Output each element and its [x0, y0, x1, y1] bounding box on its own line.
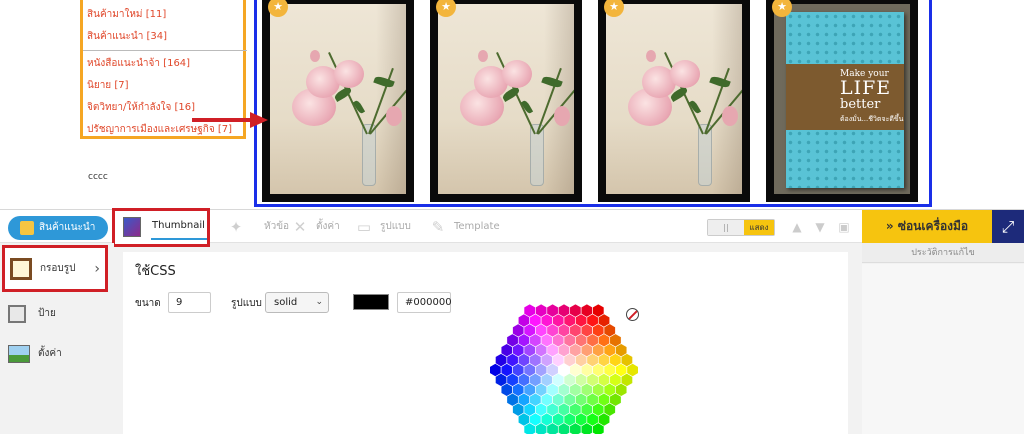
trash-icon[interactable]: ▣: [836, 219, 852, 235]
editor-tabbar: สินค้าแนะนำ Thumbnail ✦ หัวข้อ ✕ ตั้งค่า…: [0, 208, 862, 247]
book-subtitle: ต้องมั่น...ชีวิตจะดีขึ้น: [840, 115, 904, 123]
book-title-line2: LIFE: [840, 77, 892, 99]
tab-heading-label: หัวข้อ: [264, 221, 290, 232]
arrow-down-icon[interactable]: ▼: [812, 219, 828, 235]
double-chevron-down-icon: »: [885, 219, 894, 233]
hide-tools-label: ซ่อนเครื่องมือ: [897, 219, 969, 233]
color-swatch[interactable]: [353, 294, 389, 310]
product-card-4[interactable]: Make your LIFE better ต้องมั่น...ชีวิตจะ…: [766, 0, 918, 202]
tab-settings[interactable]: ✕ ตั้งค่า: [290, 217, 340, 237]
category-divider: [83, 50, 247, 51]
wrench-icon: ✕: [293, 218, 307, 236]
arrow-up-icon[interactable]: ▲: [789, 219, 805, 235]
hex-color-picker[interactable]: [479, 292, 649, 434]
toggle-knob: ||: [708, 220, 744, 235]
frame-settings-panel: ใช้CSS ขนาด 9 รูปแบบ solid ⌄ #000000: [123, 252, 848, 434]
editor-panel: สินค้าแนะนำ Thumbnail ✦ หัวข้อ ✕ ตั้งค่า…: [0, 208, 1024, 434]
product-image: [270, 4, 406, 194]
show-toggle[interactable]: || แสดง: [707, 219, 775, 236]
chevron-right-icon: ›: [94, 261, 100, 277]
recommended-products-label: สินค้าแนะนำ: [39, 222, 96, 233]
footer-text: cccc: [88, 172, 108, 182]
color-cell[interactable]: [626, 363, 639, 377]
tab-layout[interactable]: ▭ รูปแบบ: [354, 217, 411, 237]
sidenav-item-label[interactable]: ป้าย: [8, 302, 56, 326]
tab-template[interactable]: ✎ Template: [428, 217, 500, 237]
size-input[interactable]: 9: [168, 292, 211, 313]
heading-icon: ✦: [229, 218, 243, 236]
tab-thumbnail-label: Thumbnail: [152, 220, 205, 231]
hide-tools-button[interactable]: » ซ่อนเครื่องมือ: [862, 210, 992, 243]
tab-layout-label: รูปแบบ: [380, 221, 411, 232]
sidenav-item-label-text: ป้าย: [38, 308, 56, 319]
red-arrow-annotation: [192, 112, 268, 128]
product-grid: ★ ★ ★ Make your LIFE better ต้องมั่น...ช…: [254, 0, 932, 207]
category-link-recommended[interactable]: สินค้าแนะนำ [34]: [87, 26, 243, 48]
product-image: [606, 4, 742, 194]
chevron-down-icon: ⌄: [315, 297, 323, 307]
sidenav-item-settings-label: ตั้งค่า: [38, 348, 62, 359]
style-label: รูปแบบ: [231, 298, 262, 309]
picture-frame-icon: [10, 258, 32, 280]
tab-thumbnail[interactable]: Thumbnail: [112, 208, 210, 247]
product-card-2[interactable]: ★: [430, 0, 582, 202]
sidenav-item-frame[interactable]: กรอบรูป ›: [2, 245, 108, 292]
category-link-new[interactable]: สินค้ามาใหม่ [11]: [87, 4, 243, 26]
border-style-value: solid: [274, 297, 298, 308]
tab-settings-label: ตั้งค่า: [316, 221, 340, 232]
store-preview: สินค้ามาใหม่ [11] สินค้าแนะนำ [34] หนังส…: [0, 0, 1024, 209]
expand-icon[interactable]: ⤢: [992, 210, 1024, 243]
thumbnail-icon: [123, 217, 141, 237]
sidenav-item-frame-label: กรอบรูป: [40, 263, 76, 274]
layout-icon: ▭: [356, 218, 372, 236]
sidenav-item-settings[interactable]: ตั้งค่า: [8, 342, 62, 366]
pencil-icon: [20, 221, 34, 235]
color-hex-input[interactable]: #000000: [397, 292, 452, 313]
image-settings-icon: [8, 345, 30, 363]
edit-history-tab[interactable]: ประวัติการแก้ไข: [862, 243, 1024, 263]
category-link-books[interactable]: หนังสือแนะนำจ้า [164]: [87, 53, 243, 75]
product-card-3[interactable]: ★: [598, 0, 750, 202]
book-title-line3: better: [840, 97, 881, 112]
tab-template-label: Template: [454, 221, 500, 232]
editor-sidenav: กรอบรูป › ป้าย ตั้งค่า: [0, 243, 114, 434]
product-image: [438, 4, 574, 194]
tab-heading[interactable]: ✦ หัวข้อ: [216, 217, 289, 237]
toggle-on-label: แสดง: [744, 220, 774, 235]
book-cover: Make your LIFE better ต้องมั่น...ชีวิตจะ…: [786, 12, 904, 188]
paint-brush-icon: ✎: [431, 218, 445, 236]
recommended-products-button[interactable]: สินค้าแนะนำ: [8, 216, 108, 240]
category-link-novels[interactable]: นิยาย [7]: [87, 75, 243, 97]
border-style-select[interactable]: solid ⌄: [265, 292, 329, 313]
use-css-title: ใช้CSS: [135, 264, 176, 279]
tag-icon: [8, 305, 26, 323]
size-label: ขนาด: [135, 298, 161, 309]
product-image: Make your LIFE better ต้องมั่น...ชีวิตจะ…: [774, 4, 910, 194]
product-card-1[interactable]: ★: [262, 0, 414, 202]
tools-panel: [862, 264, 1024, 434]
